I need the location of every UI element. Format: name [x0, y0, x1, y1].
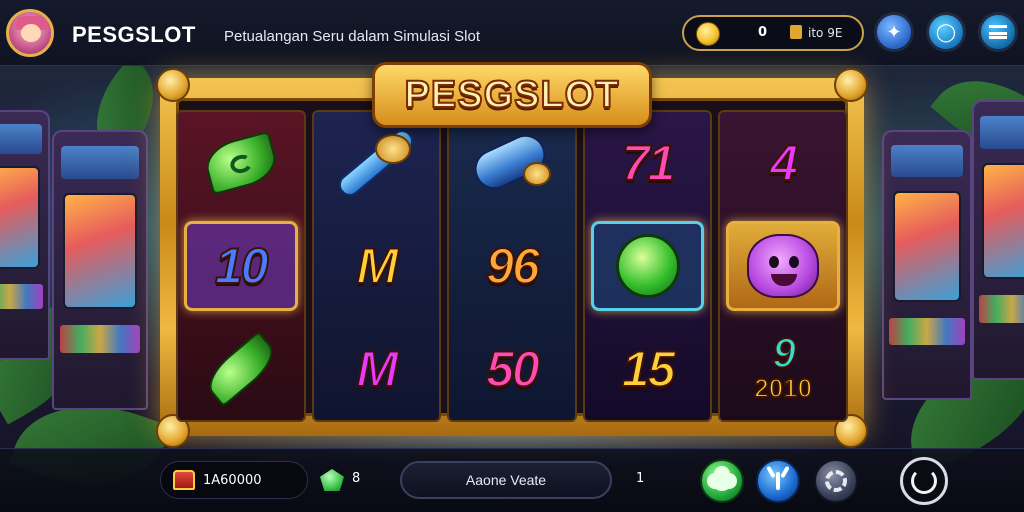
- reel-cell-highlighted: [720, 215, 846, 318]
- machine-logo: PESGSLOT: [372, 62, 652, 128]
- symbol-m-gold: M: [356, 237, 400, 295]
- player-avatar[interactable]: [6, 9, 54, 57]
- symbol-m-pink: M: [356, 340, 400, 398]
- chat-button[interactable]: ◯: [926, 12, 966, 52]
- reel-5: 4 9 2010: [718, 110, 848, 422]
- symbol-4: 4: [769, 134, 799, 192]
- bottom-bar: 1A60000 8 Aaone Veate 1: [0, 448, 1024, 512]
- green-gem-icon: [320, 469, 344, 491]
- line-count: 1: [636, 471, 645, 486]
- blue-tube-icon: [467, 128, 557, 198]
- arcade-cabinet-right-far: [972, 100, 1024, 380]
- corner-medallion-icon: [156, 68, 190, 102]
- coin-icon: [696, 22, 720, 46]
- reel-cell: M: [314, 215, 440, 318]
- cabinet-marquee: [980, 115, 1024, 149]
- symbol-71: 71: [621, 134, 677, 192]
- reel-1: 10: [176, 110, 306, 422]
- green-leaf-icon: [200, 330, 282, 407]
- symbol-2010: 2010: [753, 372, 813, 404]
- lock-icon: [790, 25, 802, 39]
- credit-display[interactable]: 1A60000: [160, 461, 308, 499]
- green-gem-icon: [200, 131, 281, 196]
- balance-display[interactable]: 0 ito 9E: [682, 15, 864, 51]
- blue-bone-icon: [331, 125, 421, 201]
- cabinet-marquee: [61, 145, 139, 179]
- purple-monster-icon: [747, 233, 820, 298]
- cabinet-panel: [0, 284, 44, 309]
- brand-tagline: Petualangan Seru dalam Simulasi Slot: [224, 28, 480, 45]
- reel-grid: 10 M M 96 50 71 15 4 9 2010: [176, 110, 848, 422]
- avatar-face: [21, 24, 41, 42]
- symbol-9: 9: [771, 329, 796, 377]
- machine-logo-text: PESGSLOT: [404, 73, 620, 117]
- cabinet-marquee: [890, 145, 964, 178]
- cabinet-screen: [981, 162, 1024, 279]
- treasure-chest-icon: [173, 470, 195, 490]
- reel-cell-highlighted: [585, 215, 711, 318]
- bonus-button[interactable]: [700, 459, 744, 503]
- reel-cell: [178, 112, 304, 215]
- brand-title: PESGSLOT: [72, 22, 196, 47]
- reel-4: 71 15: [582, 110, 713, 422]
- settings-button[interactable]: [814, 459, 858, 503]
- reel-cell: [178, 317, 304, 420]
- reel-cell: 15: [585, 317, 711, 420]
- cabinet-screen: [0, 166, 41, 270]
- menu-button[interactable]: [978, 12, 1018, 52]
- symbol-10: 10: [214, 237, 270, 295]
- top-bar: PESGSLOT Petualangan Seru dalam Simulasi…: [0, 0, 1024, 66]
- balance-value: 0: [758, 25, 768, 40]
- gear-icon: [825, 470, 847, 492]
- cabinet-screen: [63, 192, 137, 309]
- clover-icon: [712, 471, 732, 491]
- reel-cell-highlighted: 10: [178, 215, 304, 318]
- chat-icon: ◯: [935, 21, 957, 43]
- share-icon: [776, 472, 780, 490]
- spin-icon: [911, 468, 937, 494]
- gift-button[interactable]: ✦: [874, 12, 914, 52]
- reel-cell: 4: [720, 112, 846, 215]
- arcade-cabinet-left: [52, 130, 148, 410]
- auto-play-button[interactable]: Aaone Veate: [400, 461, 612, 499]
- credit-value: 1A60000: [203, 473, 262, 488]
- reel-cell: M: [314, 317, 440, 420]
- symbol-96: 96: [485, 237, 541, 295]
- reel-2: M M: [311, 110, 442, 422]
- corner-medallion-icon: [834, 68, 868, 102]
- cabinet-panel: [889, 318, 965, 345]
- reel-cell: 96: [449, 215, 575, 318]
- cabinet-marquee: [0, 124, 42, 154]
- cabinet-screen: [892, 190, 962, 303]
- gift-icon: ✦: [886, 21, 902, 43]
- reel-cell: 9 2010: [720, 317, 846, 420]
- share-button[interactable]: [756, 459, 800, 503]
- reel-cell: 50: [449, 317, 575, 420]
- gem-count: 8: [352, 471, 361, 486]
- green-orb-icon: [615, 233, 680, 298]
- reel-3: 96 50: [447, 110, 577, 422]
- balance-amount: ito 9E: [808, 26, 843, 40]
- spin-button[interactable]: [900, 457, 948, 505]
- symbol-15: 15: [621, 340, 677, 398]
- hamburger-menu-icon: [989, 25, 1007, 39]
- arcade-cabinet-right: [882, 130, 972, 400]
- cabinet-panel: [59, 325, 141, 353]
- cabinet-panel: [978, 295, 1024, 323]
- symbol-50: 50: [485, 340, 541, 398]
- arcade-cabinet-left-far: [0, 110, 50, 360]
